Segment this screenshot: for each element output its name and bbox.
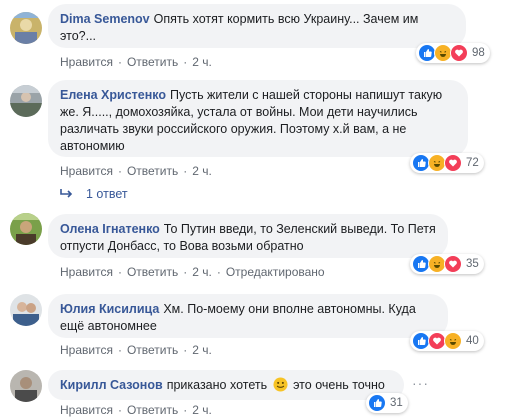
separator: ·	[117, 403, 122, 417]
reply-button[interactable]: Ответить	[127, 343, 178, 357]
separator: ·	[117, 164, 122, 178]
reply-button[interactable]: Ответить	[127, 164, 178, 178]
avatar[interactable]	[10, 12, 42, 44]
reply-button[interactable]: Ответить	[127, 265, 178, 279]
like-button[interactable]: Нравится	[60, 403, 113, 417]
comment-bubble: Кирилл Сазонов приказано хотеть это очень…	[48, 370, 404, 400]
comment-bubble: Елена Христенко Пусть жители с нашей стор…	[48, 80, 468, 157]
like-button[interactable]: Нравится	[60, 265, 113, 279]
separator: ·	[183, 55, 188, 69]
timestamp[interactable]: 2 ч.	[192, 343, 212, 357]
reaction-summary[interactable]: 98	[416, 43, 490, 63]
timestamp[interactable]: 2 ч.	[192, 265, 212, 279]
comment-actions: Нравится · Ответить · 2 ч.	[60, 55, 212, 69]
comment-actions: Нравится · Ответить · 2 ч.	[60, 403, 212, 417]
comment-text: это очень точно	[293, 378, 385, 392]
reaction-count: 35	[466, 258, 479, 270]
reply-button[interactable]: Ответить	[127, 55, 178, 69]
edited-label: Отредактировано	[225, 265, 325, 279]
reaction-summary[interactable]: 31	[366, 393, 408, 413]
timestamp[interactable]: 2 ч.	[192, 164, 212, 178]
haha-icon	[444, 332, 462, 350]
timestamp[interactable]: 2 ч.	[192, 55, 212, 69]
like-button[interactable]: Нравится	[60, 343, 113, 357]
separator: ·	[216, 265, 221, 279]
comment-author[interactable]: Кирилл Сазонов	[60, 378, 163, 392]
more-options-icon[interactable]: ···	[412, 375, 429, 391]
comment-author[interactable]: Dima Semenov	[60, 12, 150, 26]
avatar[interactable]	[10, 370, 42, 402]
comment-author[interactable]: Олена Ігнатенко	[60, 222, 160, 236]
like-button[interactable]: Нравится	[60, 55, 113, 69]
avatar[interactable]	[10, 213, 42, 245]
separator: ·	[117, 55, 122, 69]
comment-text: приказано хотеть	[166, 378, 268, 392]
avatar[interactable]	[10, 85, 42, 117]
comment-actions: Нравится · Ответить · 2 ч. · Отредактировано	[60, 265, 325, 279]
love-icon	[444, 255, 462, 273]
comment-actions: Нравится · Ответить · 2 ч.	[60, 343, 212, 357]
reaction-summary[interactable]: 40	[410, 331, 484, 351]
separator: ·	[117, 343, 122, 357]
reply-button[interactable]: Ответить	[127, 403, 178, 417]
comment-bubble: Олена Ігнатенко То Путин введи, то Зеленс…	[48, 214, 448, 258]
view-replies-link[interactable]: 1 ответ	[60, 187, 128, 201]
separator: ·	[183, 164, 188, 178]
love-icon	[444, 154, 462, 172]
timestamp[interactable]: 2 ч.	[192, 403, 212, 417]
reply-arrow-icon	[60, 189, 73, 198]
comment-author[interactable]: Юлия Кисилица	[60, 302, 159, 316]
reaction-summary[interactable]: 72	[410, 153, 484, 173]
separator: ·	[183, 343, 188, 357]
comment-bubble: Юлия Кисилица Хм. По-моему они вполне авт…	[48, 294, 448, 338]
like-button[interactable]: Нравится	[60, 164, 113, 178]
separator: ·	[183, 265, 188, 279]
like-icon	[368, 394, 386, 412]
replies-count[interactable]: 1 ответ	[86, 187, 128, 201]
smile-emoji	[273, 377, 288, 392]
comment-actions: Нравится · Ответить · 2 ч.	[60, 164, 212, 178]
comment-author[interactable]: Елена Христенко	[60, 88, 166, 102]
reaction-summary[interactable]: 35	[410, 254, 484, 274]
separator: ·	[117, 265, 122, 279]
love-icon	[450, 44, 468, 62]
reaction-count: 72	[466, 157, 479, 169]
separator: ·	[183, 403, 188, 417]
reaction-count: 31	[390, 397, 403, 409]
comment-bubble: Dima Semenov Опять хотят кормить всю Укра…	[48, 4, 466, 48]
reaction-count: 40	[466, 335, 479, 347]
avatar[interactable]	[10, 294, 42, 326]
reaction-count: 98	[472, 47, 485, 59]
